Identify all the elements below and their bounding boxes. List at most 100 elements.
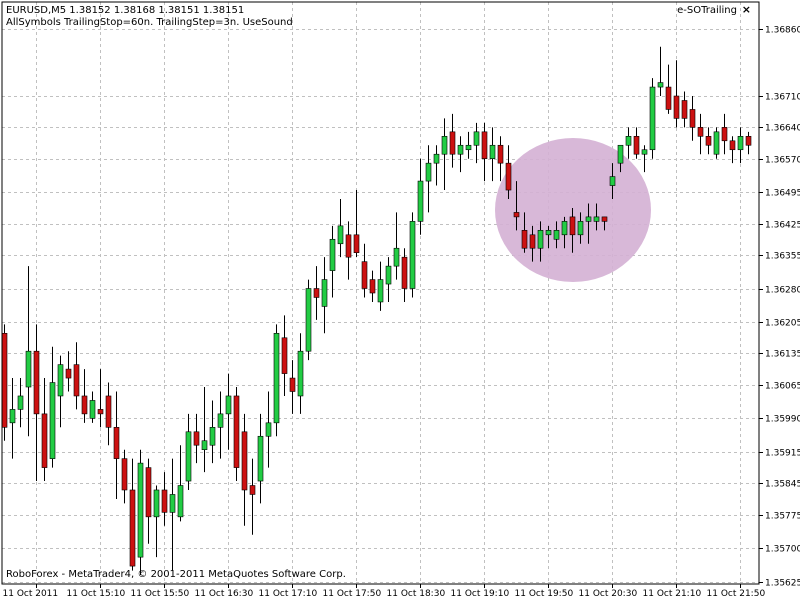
candle-body bbox=[481, 131, 488, 159]
candle-body bbox=[553, 230, 560, 240]
candle-body bbox=[17, 395, 24, 410]
candle-body bbox=[113, 427, 120, 459]
bull-candle bbox=[321, 257, 328, 334]
bull-candle bbox=[489, 127, 496, 182]
y-tick-label: 1.35845 bbox=[765, 480, 800, 490]
bull-candle bbox=[657, 46, 664, 97]
candle-body bbox=[593, 216, 600, 222]
close-icon[interactable]: × bbox=[742, 3, 751, 16]
x-tick-label: 11 Oct 2011 bbox=[3, 589, 59, 599]
candle-body bbox=[265, 422, 272, 437]
bull-candle bbox=[377, 261, 384, 311]
bull-candle bbox=[457, 136, 464, 173]
bull-candle bbox=[49, 346, 56, 468]
bull-candle bbox=[625, 127, 632, 159]
candle-body bbox=[545, 230, 552, 236]
candle-body bbox=[745, 136, 752, 146]
candle-body bbox=[9, 409, 16, 424]
bull-candle bbox=[425, 145, 432, 213]
y-tick-label: 1.36280 bbox=[765, 286, 800, 296]
bear-candle bbox=[289, 360, 296, 414]
bull-candle bbox=[385, 257, 392, 302]
bear-candle bbox=[249, 458, 256, 535]
y-tick-label: 1.36640 bbox=[765, 124, 800, 134]
price-chart[interactable]: 1.36860 1.36710 1.36640 1.36570 1.36495 1.364… bbox=[0, 0, 800, 600]
candle-body bbox=[281, 337, 288, 374]
candle-body bbox=[217, 413, 224, 428]
bull-candle bbox=[57, 355, 64, 428]
bear-candle bbox=[81, 369, 88, 423]
y-tick-label: 1.35775 bbox=[765, 512, 800, 522]
y-tick-label: 1.36205 bbox=[765, 319, 800, 329]
candle-body bbox=[89, 400, 96, 419]
candle-body bbox=[609, 176, 616, 186]
bull-candle bbox=[297, 333, 304, 414]
x-tick-label: 11 Oct 21:50 bbox=[707, 589, 766, 599]
bear-candle bbox=[369, 270, 376, 302]
candle-body bbox=[505, 162, 512, 191]
candle-body bbox=[225, 395, 232, 415]
candle-body bbox=[81, 395, 88, 415]
bear-candle bbox=[497, 136, 504, 182]
y-tick-label: 1.36135 bbox=[765, 350, 800, 360]
bull-candle bbox=[185, 413, 192, 490]
candle-body bbox=[65, 368, 72, 379]
candle-body bbox=[289, 377, 296, 392]
bull-candle bbox=[137, 449, 144, 576]
y-tick-label: 1.35990 bbox=[765, 415, 800, 425]
y-tick-label: 1.36570 bbox=[765, 156, 800, 166]
y-tick-label: 1.36425 bbox=[765, 221, 800, 231]
candle-body bbox=[329, 238, 336, 271]
candle-body bbox=[537, 230, 544, 249]
candle-body bbox=[441, 136, 448, 155]
x-tick-label: 11 Oct 15:50 bbox=[131, 589, 190, 599]
chart-canvas[interactable]: 1.36860 1.36710 1.36640 1.36570 1.36495 1.364… bbox=[0, 0, 800, 600]
bull-candle bbox=[337, 198, 344, 258]
candle-body bbox=[601, 216, 608, 222]
candle-body bbox=[73, 364, 80, 397]
candle-body bbox=[57, 364, 64, 397]
bull-candle bbox=[649, 78, 656, 159]
candle-body bbox=[169, 494, 176, 513]
candle-body bbox=[1, 332, 8, 428]
bear-candle bbox=[113, 391, 120, 499]
candle-body bbox=[145, 467, 152, 518]
candle-body bbox=[633, 136, 640, 155]
candle-body bbox=[513, 212, 520, 218]
candle-body bbox=[233, 395, 240, 468]
x-tick-label: 11 Oct 17:10 bbox=[259, 589, 318, 599]
bear-candle bbox=[401, 248, 408, 302]
bull-candle bbox=[473, 122, 480, 164]
candle-body bbox=[689, 109, 696, 128]
candle-body bbox=[529, 234, 536, 249]
candle-body bbox=[121, 458, 128, 491]
bull-candle bbox=[441, 118, 448, 191]
y-tick-label: 1.36355 bbox=[765, 252, 800, 262]
candle-body bbox=[409, 221, 416, 289]
candle-body bbox=[161, 489, 168, 513]
candle-body bbox=[345, 234, 352, 258]
candle-body bbox=[137, 462, 144, 558]
x-tick-label: 11 Oct 19:10 bbox=[451, 589, 510, 599]
bear-candle bbox=[281, 315, 288, 396]
candle-body bbox=[585, 216, 592, 222]
bull-candle bbox=[417, 158, 424, 235]
bear-candle bbox=[745, 131, 752, 155]
bull-candle bbox=[217, 391, 224, 459]
candle-body bbox=[129, 489, 136, 567]
bear-candle bbox=[345, 221, 352, 280]
bear-candle bbox=[161, 472, 168, 526]
candle-body bbox=[337, 225, 344, 245]
candle-body bbox=[273, 332, 280, 424]
bear-candle bbox=[633, 127, 640, 159]
bear-candle bbox=[105, 382, 112, 446]
candle-body bbox=[465, 144, 472, 151]
bull-candle bbox=[201, 387, 208, 473]
x-tick-label: 11 Oct 21:10 bbox=[643, 589, 702, 599]
candle-body bbox=[697, 127, 704, 137]
candle-body bbox=[433, 153, 440, 164]
candle-body bbox=[449, 131, 456, 155]
bear-candle bbox=[233, 387, 240, 482]
bear-candle bbox=[673, 60, 680, 128]
candle-body bbox=[241, 431, 248, 491]
